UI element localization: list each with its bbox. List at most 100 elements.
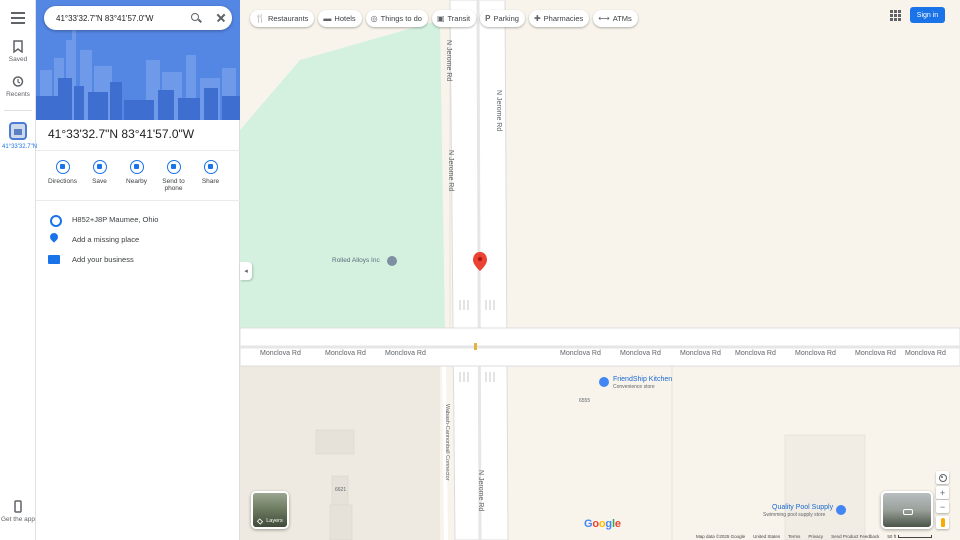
hotel-icon: ▬ — [323, 14, 332, 23]
recents-button[interactable]: Recents — [0, 75, 36, 98]
add-business-text: Add your business — [72, 254, 134, 264]
add-business-row[interactable]: Add your business — [48, 250, 233, 268]
map-footer: Map data ©2025 Google United States Term… — [696, 533, 933, 540]
street-view-icon — [903, 509, 913, 515]
business-icon — [48, 253, 60, 265]
search-input[interactable] — [56, 13, 186, 23]
chip-parking[interactable]: P Parking — [480, 10, 525, 27]
get-app-label: Get the app — [1, 516, 35, 523]
minus-icon: − — [939, 501, 946, 512]
chip-transit[interactable]: ▣ Transit — [431, 10, 477, 27]
chip-label: Hotels — [334, 14, 356, 23]
directions-icon — [55, 160, 70, 174]
street-view-thumbnail[interactable] — [881, 491, 933, 529]
chip-label: Restaurants — [267, 14, 309, 23]
plus-code-icon — [48, 213, 62, 227]
atm-icon: ⟷ — [598, 14, 610, 23]
apps-grid-icon[interactable] — [890, 10, 901, 21]
nearby-icon — [129, 160, 144, 174]
phone-icon — [166, 160, 181, 174]
map-canvas[interactable]: N Jerome Rd N Jerome Rd N Jerome Rd N Je… — [240, 0, 960, 540]
left-rail: Saved Recents 41°33'32.7"N Get the app — [0, 0, 38, 540]
directions-button[interactable]: Directions — [44, 160, 81, 192]
country-link[interactable]: United States — [753, 534, 780, 539]
road-label-jerome: N Jerome Rd — [495, 90, 502, 132]
rolled-alloys-pin — [387, 256, 397, 266]
terms-link[interactable]: Terms — [788, 534, 800, 539]
chip-restaurants[interactable]: 🍴 Restaurants — [250, 10, 315, 27]
scale-label: 50 ft — [887, 534, 897, 539]
road-label-connector: Wabash-Cannonball Connector — [444, 404, 450, 481]
road-label-monclova: Monclova Rd — [620, 350, 661, 357]
building — [329, 504, 353, 540]
zoom-in-button[interactable]: + — [936, 486, 949, 499]
bookmark-icon — [13, 40, 23, 53]
share-label: Share — [201, 178, 220, 185]
transit-icon: ▣ — [436, 14, 445, 23]
road-label-monclova: Monclova Rd — [680, 350, 721, 357]
chip-label: ATMs — [612, 14, 632, 23]
place-label-quality-pool[interactable]: Quality Pool Supply — [772, 504, 833, 511]
building — [315, 429, 355, 455]
nearby-button[interactable]: Nearby — [118, 160, 155, 192]
zoom-out-button[interactable]: − — [936, 500, 949, 513]
feedback-link[interactable]: Send Product Feedback — [831, 534, 879, 539]
collapse-panel-button[interactable]: ◂ — [240, 262, 252, 280]
close-icon[interactable] — [214, 11, 228, 25]
pegman-button[interactable] — [936, 516, 949, 529]
category-chips: 🍴 Restaurants ▬ Hotels ◎ Things to do ▣ Tran… — [250, 10, 638, 27]
chevron-left-icon: ◂ — [244, 268, 248, 275]
chip-label: Parking — [493, 14, 519, 23]
add-missing-place-text: Add a missing place — [72, 234, 140, 244]
recent-place-thumbnail — [9, 122, 27, 140]
pharmacy-icon: ✚ — [533, 14, 541, 23]
building — [784, 434, 866, 540]
road-label-jerome: N Jerome Rd — [445, 40, 452, 82]
address-number: 6621 — [335, 487, 347, 493]
google-logo: Google — [584, 518, 621, 530]
layers-icon — [257, 517, 264, 525]
send-to-phone-label: Send to phone — [162, 178, 185, 192]
recent-place-label: 41°33'32.7"N — [2, 144, 38, 150]
recents-label: Recents — [6, 91, 30, 98]
plus-code-row[interactable]: H852+J8P Maumee, Ohio — [48, 210, 233, 228]
road-label-monclova: Monclova Rd — [260, 350, 301, 357]
place-label-quality-pool-sub: Swimming pool supply store — [763, 512, 826, 518]
place-label-friendship-sub: Convenience store — [613, 384, 655, 390]
place-title: 41°33'32.7"N 83°41'57.0"W — [48, 127, 195, 141]
quality-pool-pin — [836, 505, 846, 515]
road-label-jerome: N Jerome Rd — [477, 470, 484, 512]
chip-atms[interactable]: ⟷ ATMs — [593, 10, 638, 27]
road-label-monclova: Monclova Rd — [795, 350, 836, 357]
share-button[interactable]: Share — [192, 160, 229, 192]
chip-hotels[interactable]: ▬ Hotels — [318, 10, 362, 27]
history-icon — [12, 76, 24, 87]
scale-line — [898, 535, 933, 538]
add-missing-place-row[interactable]: Add a missing place — [48, 230, 233, 248]
place-label-friendship-kitchen[interactable]: FriendShip Kitchen — [613, 376, 672, 383]
save-button[interactable]: Save — [81, 160, 118, 192]
place-label-rolled-alloys[interactable]: Rolled Alloys Inc — [332, 257, 380, 264]
my-location-button[interactable] — [936, 471, 949, 484]
search-icon[interactable] — [189, 11, 203, 25]
address-number: 6555 — [579, 398, 591, 404]
saved-button[interactable]: Saved — [0, 40, 36, 63]
phone-icon — [14, 500, 22, 513]
get-app-button[interactable]: Get the app — [0, 500, 36, 523]
parking-icon: P — [485, 14, 491, 23]
chip-things-to-do[interactable]: ◎ Things to do — [365, 10, 428, 27]
send-to-phone-button[interactable]: Send to phone — [155, 160, 192, 192]
chip-pharmacies[interactable]: ✚ Pharmacies — [528, 10, 590, 27]
road-label-monclova: Monclova Rd — [560, 350, 601, 357]
privacy-link[interactable]: Privacy — [808, 534, 823, 539]
panel-divider — [36, 150, 240, 151]
menu-icon[interactable] — [11, 12, 25, 24]
layers-button[interactable]: Layers — [251, 491, 289, 529]
chip-label: Pharmacies — [543, 14, 584, 23]
scale-bar[interactable]: 50 ft — [887, 534, 933, 539]
road-label-jerome: N Jerome Rd — [447, 150, 454, 192]
directions-label: Directions — [48, 178, 77, 185]
recent-place-item[interactable]: 41°33'32.7"N — [0, 122, 38, 151]
sign-in-button[interactable]: Sign in — [910, 7, 945, 23]
pegman-icon — [940, 518, 945, 527]
